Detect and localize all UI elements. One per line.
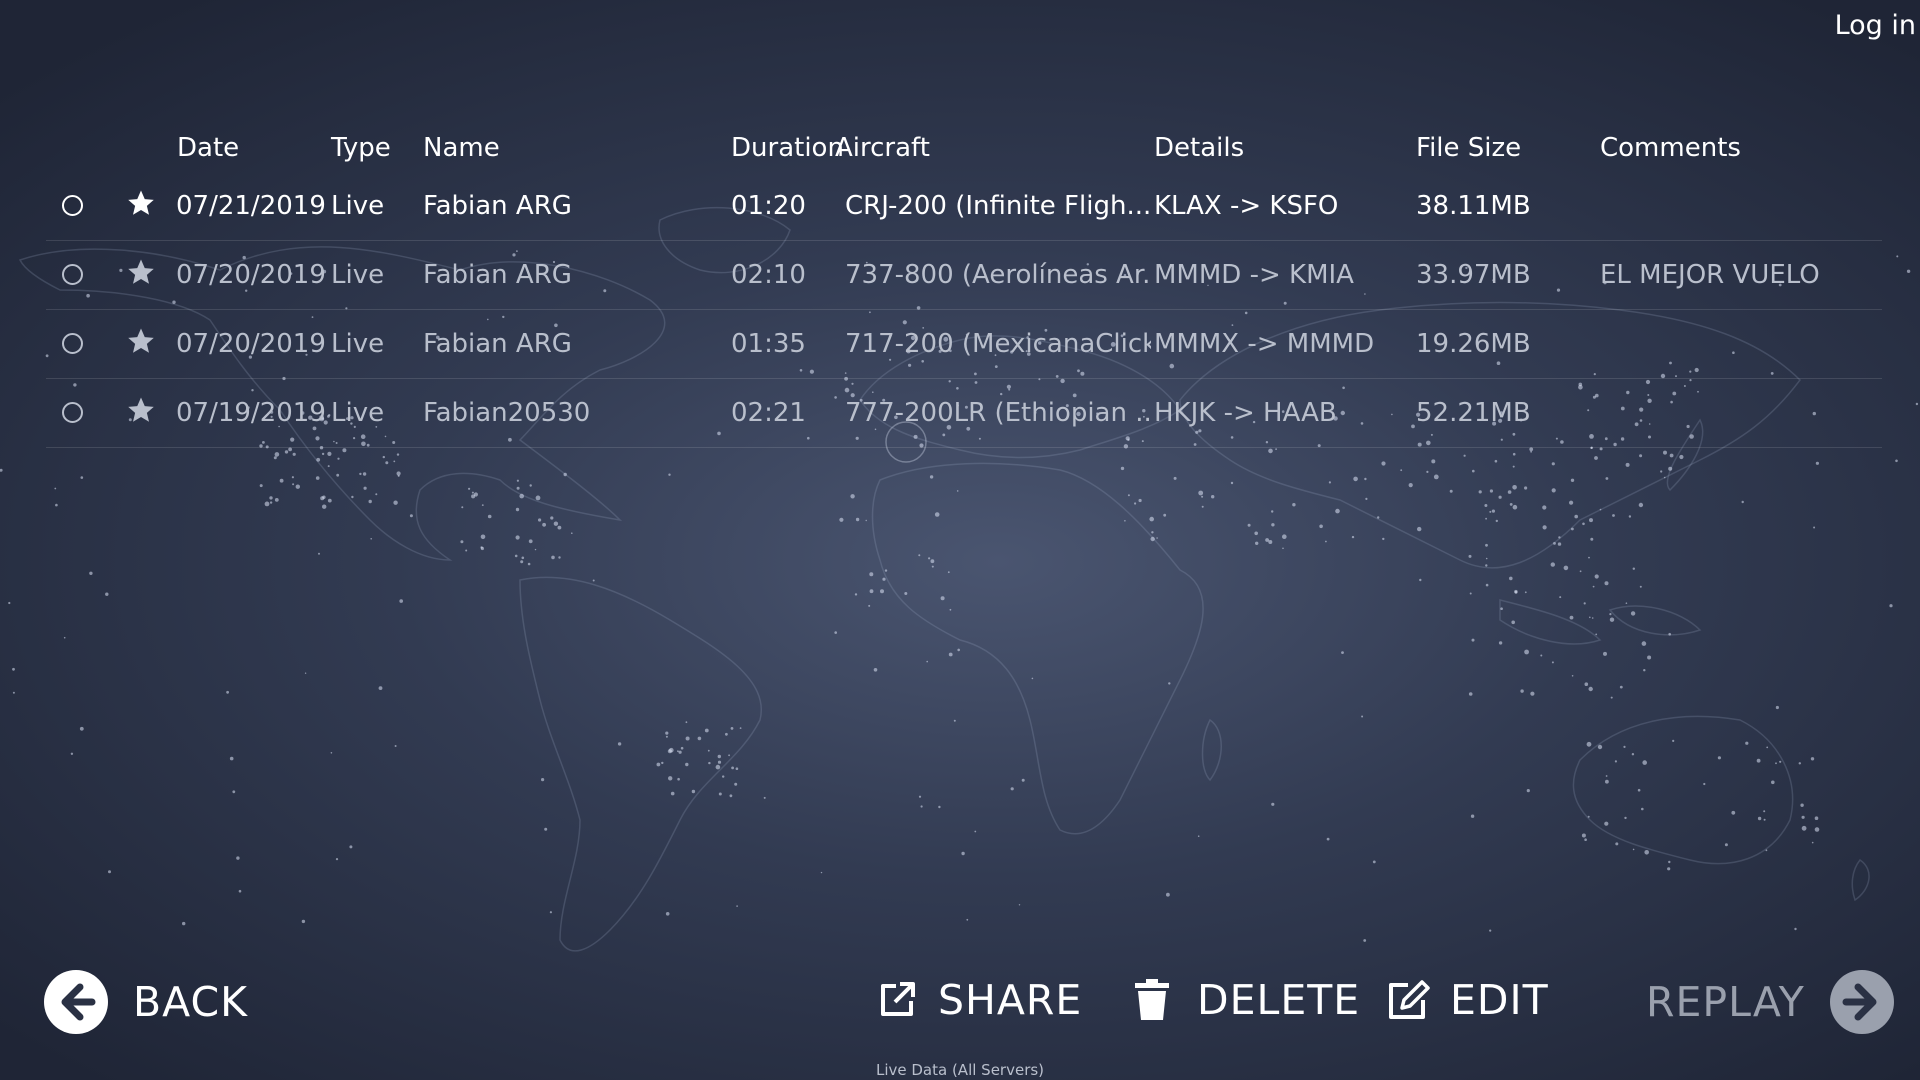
cell-type: Live (331, 398, 385, 428)
arrow-right-circle-icon (1829, 970, 1894, 1034)
cell-details: MMMX -> MMMD (1154, 329, 1375, 359)
edit-button[interactable]: EDIT (1386, 976, 1549, 1024)
cell-duration: 01:20 (731, 191, 806, 221)
delete-button[interactable]: DELETE (1132, 976, 1360, 1024)
cell-date: 07/21/2019 (176, 191, 326, 221)
cell-type: Live (331, 260, 385, 290)
cell-name: Fabian ARG (423, 329, 572, 359)
trash-icon (1135, 979, 1169, 1020)
radio-circle-icon[interactable] (62, 264, 83, 285)
login-link[interactable]: Log in (1835, 10, 1916, 41)
star-icon[interactable] (126, 188, 156, 218)
radio-circle-icon[interactable] (62, 333, 83, 354)
cell-name: Fabian ARG (423, 260, 572, 290)
cell-type: Live (331, 329, 385, 359)
table-header: Date Type Name Duration Aircraft Details… (0, 133, 1920, 173)
cell-duration: 01:35 (731, 329, 806, 359)
cell-aircraft: 777-200LR (Ethiopian ... (845, 398, 1151, 428)
cell-filesize: 38.11MB (1416, 191, 1531, 221)
col-filesize[interactable]: File Size (1416, 133, 1521, 163)
share-label: SHARE (938, 976, 1083, 1024)
star-icon[interactable] (126, 326, 156, 356)
table-row[interactable]: 07/20/2019 Live Fabian ARG 01:35 717-200… (46, 310, 1882, 379)
cell-date: 07/20/2019 (176, 329, 326, 359)
col-date[interactable]: Date (177, 133, 239, 163)
live-data-status: Live Data (All Servers) (875, 1061, 1045, 1079)
star-icon[interactable] (126, 395, 156, 425)
cell-name: Fabian20530 (423, 398, 591, 428)
cell-filesize: 33.97MB (1416, 260, 1531, 290)
arrow-left-circle-icon (44, 970, 108, 1034)
replay-button[interactable]: REPLAY (1646, 970, 1894, 1034)
share-external-icon (881, 982, 915, 1016)
cell-filesize: 19.26MB (1416, 329, 1531, 359)
cell-date: 07/20/2019 (176, 260, 326, 290)
cell-type: Live (331, 191, 385, 221)
cell-aircraft: 717-200 (MexicanaClick) (845, 329, 1151, 359)
col-comments[interactable]: Comments (1600, 133, 1741, 163)
delete-label: DELETE (1197, 976, 1361, 1024)
cell-comments: EL MEJOR VUELO (1600, 260, 1820, 290)
cell-details: HKJK -> HAAB (1154, 398, 1337, 428)
edit-label: EDIT (1450, 976, 1549, 1024)
cell-date: 07/19/2019 (176, 398, 326, 428)
table-row[interactable]: 07/20/2019 Live Fabian ARG 02:10 737-800… (46, 241, 1882, 310)
table-row[interactable]: 07/19/2019 Live Fabian20530 02:21 777-20… (46, 379, 1882, 448)
replay-label: REPLAY (1646, 978, 1805, 1026)
radio-circle-icon[interactable] (62, 195, 83, 216)
cell-details: KLAX -> KSFO (1154, 191, 1339, 221)
cell-filesize: 52.21MB (1416, 398, 1531, 428)
share-button[interactable]: SHARE (876, 976, 1082, 1024)
cell-duration: 02:10 (731, 260, 806, 290)
edit-pencil-icon (1389, 980, 1430, 1019)
col-name[interactable]: Name (423, 133, 500, 163)
star-icon[interactable] (126, 257, 156, 287)
cell-aircraft: CRJ-200 (Infinite Fligh... (845, 191, 1151, 221)
col-details[interactable]: Details (1154, 133, 1244, 163)
col-type[interactable]: Type (331, 133, 391, 163)
radio-circle-icon[interactable] (62, 402, 83, 423)
col-aircraft[interactable]: Aircraft (835, 133, 930, 163)
cell-duration: 02:21 (731, 398, 806, 428)
table-row[interactable]: 07/21/2019 Live Fabian ARG 01:20 CRJ-200… (46, 172, 1882, 241)
back-button[interactable]: BACK (44, 970, 248, 1034)
cell-name: Fabian ARG (423, 191, 572, 221)
cell-details: MMMD -> KMIA (1154, 260, 1354, 290)
cell-aircraft: 737-800 (Aerolíneas Ar... (845, 260, 1151, 290)
back-label: BACK (133, 978, 248, 1026)
col-duration[interactable]: Duration (731, 133, 844, 163)
